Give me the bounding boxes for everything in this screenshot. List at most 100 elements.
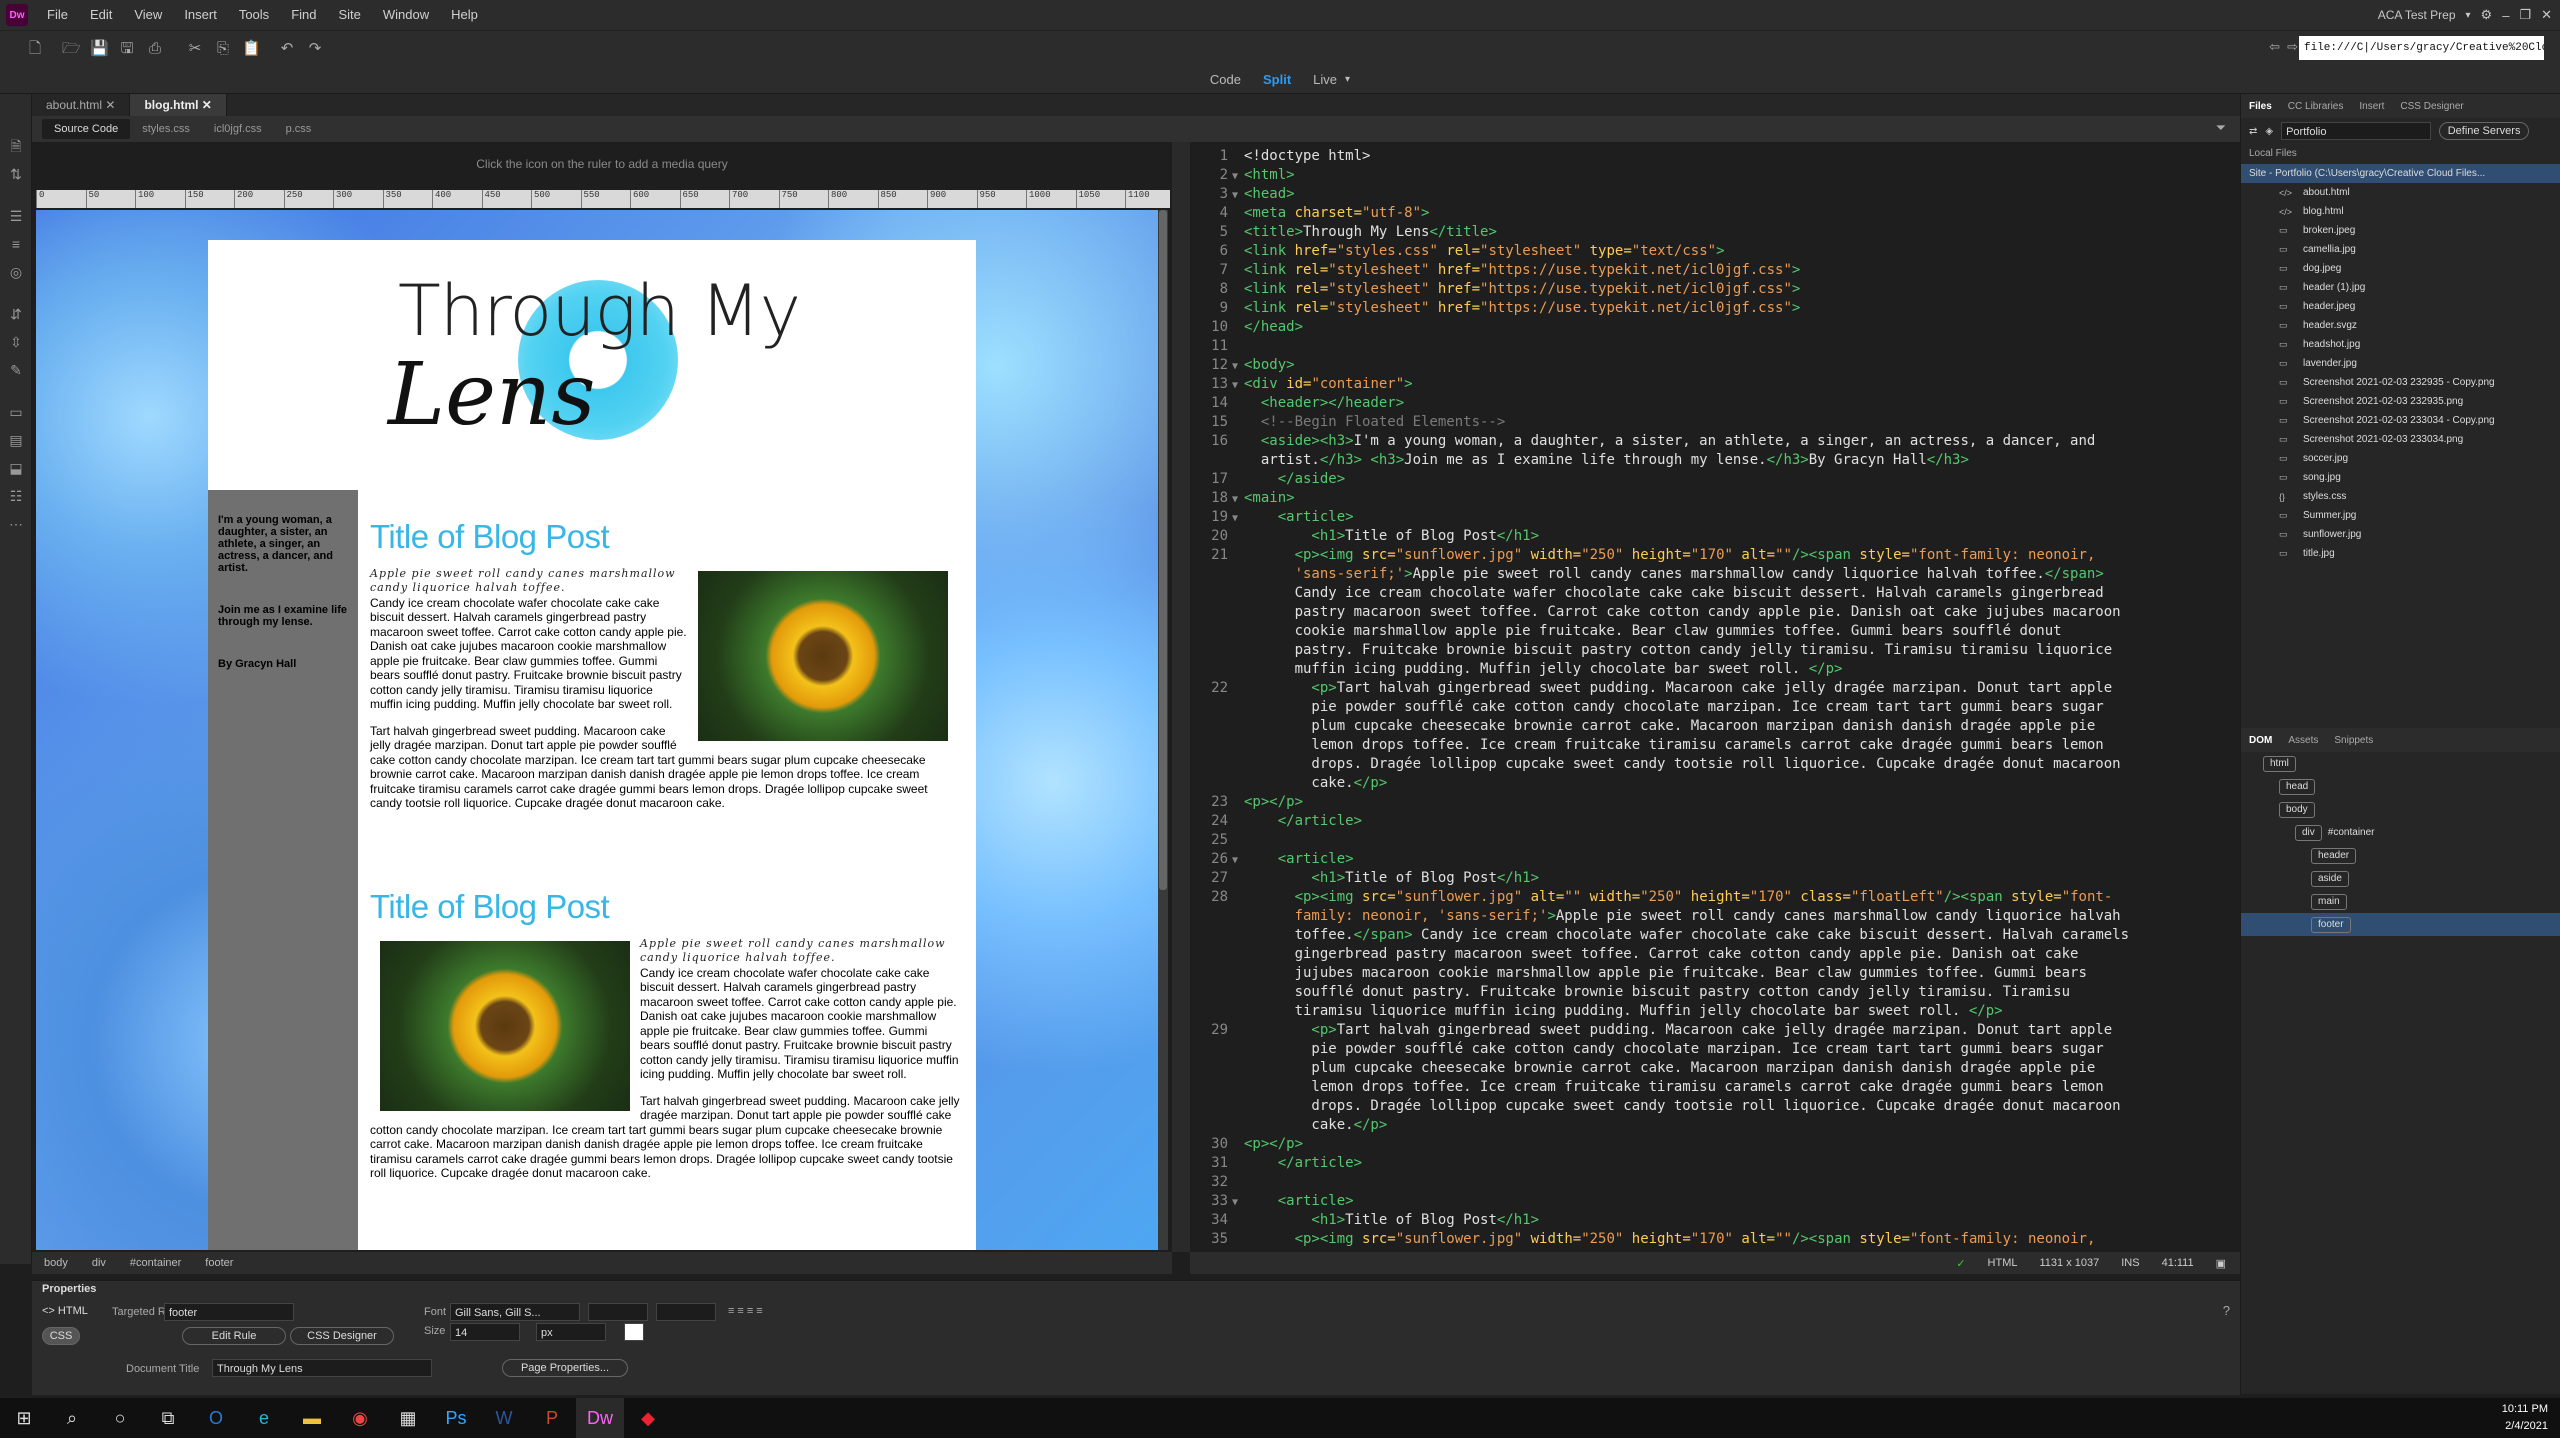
filter-icon[interactable]: ⏷ [2216, 120, 2226, 136]
tag-container[interactable]: #container [118, 1257, 193, 1269]
related-icl0jgf-css[interactable]: icl0jgf.css [202, 119, 274, 139]
outlook-icon[interactable]: O [192, 1398, 240, 1438]
sort-icon[interactable]: ⇅ [0, 160, 32, 188]
unit-select[interactable]: px [536, 1323, 606, 1341]
document-title-input[interactable]: Through My Lens [212, 1359, 432, 1377]
file-item[interactable]: ▭ camellia.jpg [2241, 240, 2560, 259]
code-view-button[interactable]: Code [1210, 72, 1241, 87]
close-icon[interactable]: ✕ [105, 98, 115, 112]
address-bar[interactable]: file:///C|/Users/gracy/Creative%20Cloud%… [2299, 36, 2544, 60]
menu-file[interactable]: File [36, 0, 79, 30]
tab-blog-html[interactable]: blog.html ✕ [130, 94, 227, 116]
tab-snippets[interactable]: Snippets [2326, 735, 2381, 746]
connect-icon[interactable]: ⇄ [2249, 126, 2257, 137]
format-source-icon[interactable]: ☰ [0, 202, 32, 230]
snippet-icon[interactable]: ▤ [0, 426, 32, 454]
comment-icon[interactable]: ▭ [0, 398, 32, 426]
file-item[interactable]: ▭ title.jpg [2241, 544, 2560, 563]
file-item[interactable]: ▭ broken.jpeg [2241, 221, 2560, 240]
related-styles-css[interactable]: styles.css [130, 119, 202, 139]
file-item[interactable]: </> about.html [2241, 183, 2560, 202]
gear-icon[interactable]: ⚙ [2481, 7, 2493, 23]
file-item[interactable]: ▭ Summer.jpg [2241, 506, 2560, 525]
forward-icon[interactable]: ⇨ [2287, 39, 2298, 55]
related-source-code[interactable]: Source Code [42, 119, 131, 139]
file-management-icon[interactable]: 🗎 [0, 132, 32, 160]
photoshop-icon[interactable]: Ps [432, 1398, 480, 1438]
scrollbar-thumb[interactable] [1159, 210, 1167, 890]
split-view-button[interactable]: Split [1263, 72, 1291, 87]
task-view-icon[interactable]: ⧉ [144, 1398, 192, 1438]
save-all-icon[interactable]: 🖫 [118, 40, 136, 58]
menu-help[interactable]: Help [440, 0, 489, 30]
file-item[interactable]: ▭ soccer.jpg [2241, 449, 2560, 468]
code-editor[interactable]: 1 <!doctype html> 2 ▼ <html> 3 ▼ <head> 4 <met… [1190, 142, 2240, 1252]
powerpoint-icon[interactable]: P [528, 1398, 576, 1438]
menu-view[interactable]: View [123, 0, 173, 30]
targeted-rule-select[interactable]: footer [164, 1303, 294, 1321]
save-icon[interactable]: 💾 [90, 40, 109, 58]
maximize-icon[interactable]: ❐ [2519, 7, 2531, 23]
word-icon[interactable]: W [480, 1398, 528, 1438]
search-icon[interactable]: ⌕ [48, 1398, 96, 1438]
related-p-css[interactable]: p.css [274, 119, 324, 139]
font-select[interactable]: Gill Sans, Gill S... [450, 1303, 580, 1321]
live-view-scrollbar[interactable] [1158, 210, 1168, 1250]
dom-node[interactable]: main [2241, 890, 2560, 913]
file-item[interactable]: ▭ Screenshot 2021-02-03 232935.png [2241, 392, 2560, 411]
menu-edit[interactable]: Edit [79, 0, 123, 30]
help-icon[interactable]: ? [2223, 1303, 2230, 1318]
dom-node[interactable]: aside [2241, 867, 2560, 890]
undo-icon[interactable]: ↶ [278, 40, 296, 58]
live-view-button[interactable]: Live [1313, 72, 1337, 87]
file-item[interactable]: ▭ headshot.jpg [2241, 335, 2560, 354]
chrome-icon[interactable]: ◉ [336, 1398, 384, 1438]
tab-dom[interactable]: DOM [2241, 735, 2280, 746]
move-css-icon[interactable]: ⬓ [0, 454, 32, 482]
tab-assets[interactable]: Assets [2280, 735, 2326, 746]
tag-div[interactable]: div [80, 1257, 118, 1269]
dreamweaver-icon[interactable]: Dw [576, 1398, 624, 1438]
tab-files[interactable]: Files [2241, 101, 2280, 112]
format-icon[interactable]: ☷ [0, 482, 32, 510]
font-style-select[interactable] [656, 1303, 716, 1321]
dom-node[interactable]: body [2241, 798, 2560, 821]
tag-body[interactable]: body [32, 1257, 80, 1269]
cut-icon[interactable]: ✂ [186, 40, 204, 58]
window-size-select[interactable]: 1131 x 1037 [2039, 1257, 2099, 1269]
system-clock[interactable]: 10:11 PM 2/4/2021 [2502, 1401, 2548, 1435]
menu-find[interactable]: Find [280, 0, 327, 30]
redo-icon[interactable]: ↷ [306, 40, 324, 58]
html-mode-button[interactable]: <> HTML [42, 1305, 88, 1317]
cortana-icon[interactable]: ○ [96, 1398, 144, 1438]
acrobat-icon[interactable]: ◆ [624, 1398, 672, 1438]
tag-footer[interactable]: footer [193, 1257, 245, 1269]
menu-window[interactable]: Window [372, 0, 440, 30]
dom-node[interactable]: header [2241, 844, 2560, 867]
indent-icon[interactable]: ≡ [0, 230, 32, 258]
tab-cc-libraries[interactable]: CC Libraries [2280, 101, 2352, 112]
file-item[interactable]: ▭ header.svgz [2241, 316, 2560, 335]
close-icon[interactable]: ✕ [202, 98, 212, 112]
file-item[interactable]: </> blog.html [2241, 202, 2560, 221]
size-input[interactable]: 14 [450, 1323, 520, 1341]
new-file-icon[interactable]: 🗋 [26, 40, 44, 58]
file-item[interactable]: ▭ sunflower.jpg [2241, 525, 2560, 544]
wrap-tag-icon[interactable]: ✎ [0, 356, 32, 384]
tab-css-designer[interactable]: CSS Designer [2392, 101, 2471, 112]
insert-mode[interactable]: INS [2121, 1257, 2139, 1269]
site-icon[interactable]: ◈ [2265, 126, 2273, 137]
tab-about-html[interactable]: about.html ✕ [32, 94, 131, 116]
file-explorer-icon[interactable]: ▬ [288, 1398, 336, 1438]
more-icon[interactable]: ⋯ [0, 510, 32, 538]
expand-icon[interactable]: ⇵ [0, 300, 32, 328]
file-item[interactable]: ▭ header (1).jpg [2241, 278, 2560, 297]
define-servers-button[interactable]: Define Servers [2439, 122, 2530, 140]
menu-site[interactable]: Site [327, 0, 371, 30]
css-mode-button[interactable]: CSS [42, 1327, 80, 1345]
chevron-down-icon[interactable]: ▾ [1345, 74, 1350, 85]
file-item[interactable]: ▭ lavender.jpg [2241, 354, 2560, 373]
tab-insert[interactable]: Insert [2351, 101, 2392, 112]
back-icon[interactable]: ⇦ [2269, 39, 2280, 55]
edit-rule-button[interactable]: Edit Rule [182, 1327, 286, 1345]
